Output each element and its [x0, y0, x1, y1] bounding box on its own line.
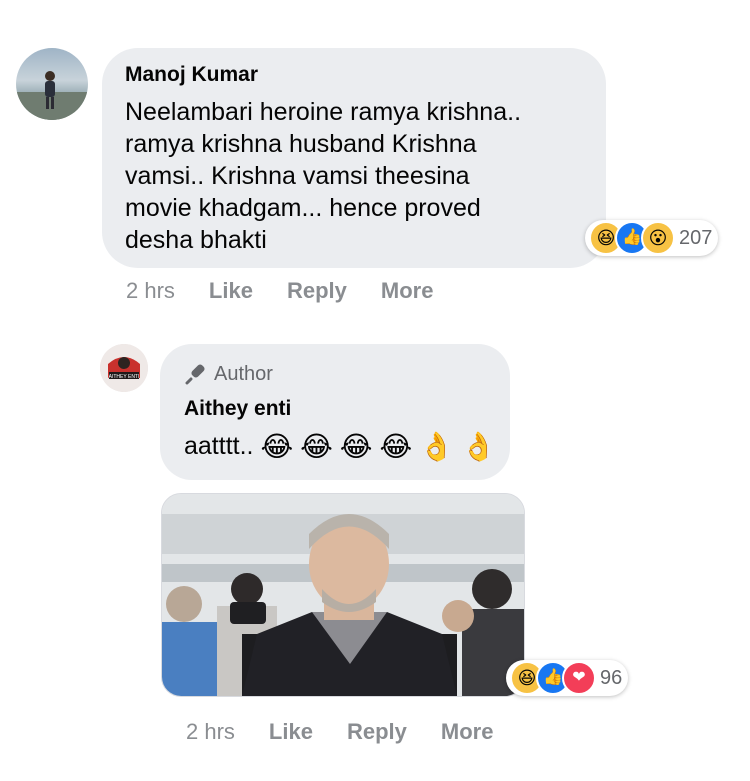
reply-button[interactable]: Reply — [287, 278, 347, 304]
microphone-icon — [185, 364, 205, 385]
reaction-count: 207 — [679, 226, 713, 249]
reply-button[interactable]: Reply — [347, 719, 407, 745]
love-reaction-icon: ❤ — [562, 661, 596, 695]
photo-image — [162, 494, 524, 696]
reply-text-row: aatttt.. 😂 😂 😂 😂 👌 👌 — [184, 430, 496, 463]
avatar-logo-text: AITHEY ENTI — [109, 374, 140, 380]
reply-text: aatttt.. — [184, 432, 254, 460]
joy-emoji-icon: 😂 — [339, 431, 373, 463]
comment-actions: 2 hrs Like Reply More — [126, 278, 467, 304]
more-button[interactable]: More — [441, 719, 494, 745]
reply-bubble: Author Aithey enti aatttt.. 😂 😂 😂 😂 👌 👌 — [160, 344, 510, 480]
author-badge: Author — [184, 362, 273, 386]
comment-text: Neelambari heroine ramya krishna.. ramya… — [125, 98, 522, 254]
comment-author[interactable]: Manoj Kumar — [125, 63, 258, 87]
timestamp[interactable]: 2 hrs — [186, 719, 235, 745]
reply-avatar[interactable]: AITHEY ENTI — [100, 344, 148, 392]
person-photo — [16, 71, 88, 120]
like-button[interactable]: Like — [269, 719, 313, 745]
comment-bubble: Manoj Kumar Neelambari heroine ramya kri… — [102, 48, 606, 268]
reaction-count: 96 — [600, 666, 623, 689]
author-badge-label: Author — [214, 362, 273, 385]
avatar[interactable] — [16, 48, 88, 120]
reply-author[interactable]: Aithey enti — [184, 397, 291, 421]
more-button[interactable]: More — [381, 278, 434, 304]
wow-reaction-icon: 😮 — [641, 221, 675, 255]
ok-hand-emoji-icon: 👌 — [460, 431, 496, 463]
reply-reaction-summary[interactable]: 😆 👍 ❤ 96 — [506, 660, 629, 696]
reply-photo[interactable] — [161, 493, 525, 697]
like-button[interactable]: Like — [209, 278, 253, 304]
joy-emoji-icon: 😂 — [300, 431, 333, 463]
page-logo: AITHEY ENTI — [100, 344, 148, 392]
ok-hand-emoji-icon: 👌 — [419, 431, 454, 463]
joy-emoji-icon: 😂 — [260, 431, 294, 463]
reaction-summary[interactable]: 😆 👍 😮 207 — [585, 220, 719, 256]
joy-emoji-icon: 😂 — [379, 431, 413, 463]
reply-actions: 2 hrs Like Reply More — [186, 719, 527, 745]
timestamp[interactable]: 2 hrs — [126, 278, 175, 304]
